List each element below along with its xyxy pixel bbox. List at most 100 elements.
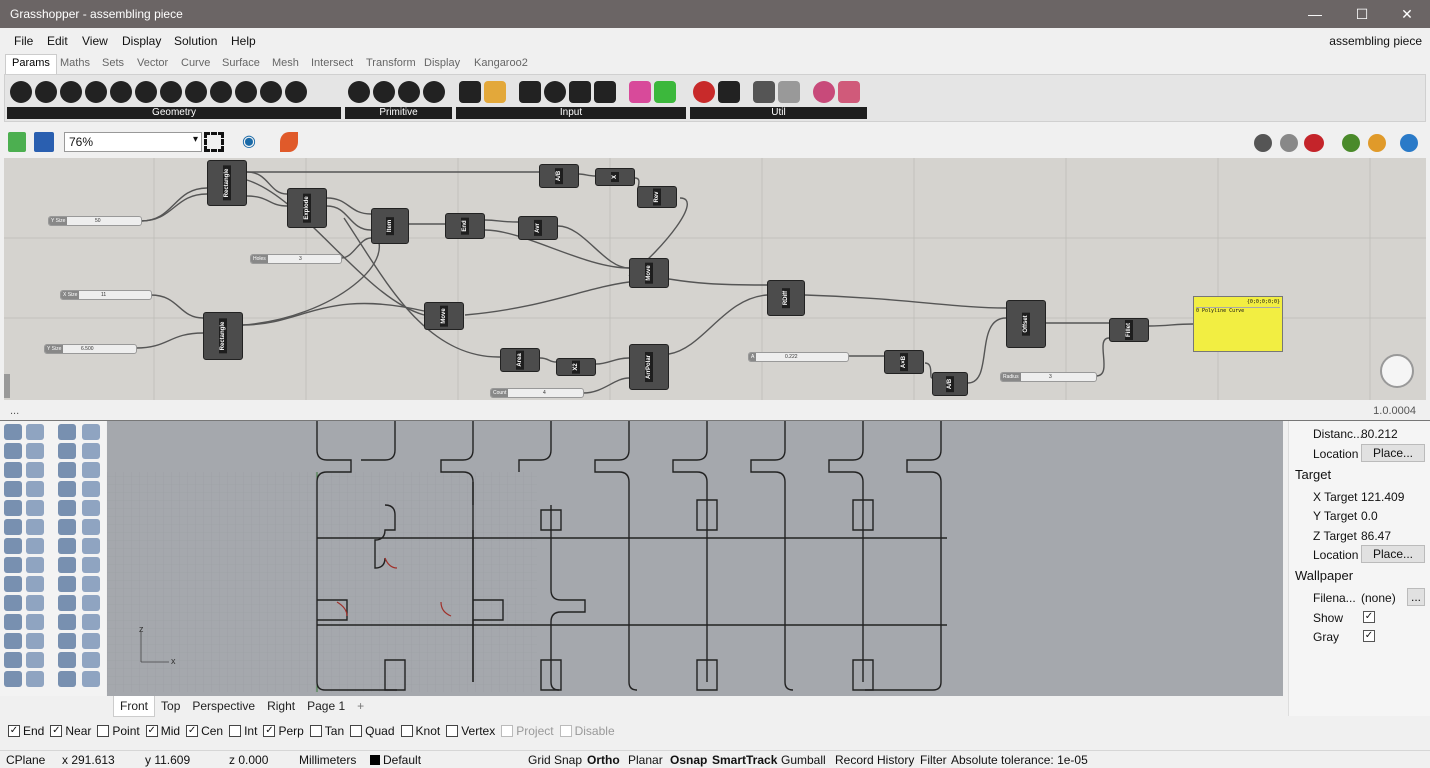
rhino-tool-render-icon[interactable] [82,443,100,459]
component-avr[interactable]: Avr [518,216,558,240]
gradient-icon[interactable] [484,81,506,103]
slider-holes[interactable]: Holes 3 [250,254,342,264]
units[interactable]: Millimeters [299,753,356,767]
tab-vector[interactable]: Vector [137,57,168,69]
component-negative[interactable]: X [595,168,635,186]
rhino-tool-layer-icon[interactable] [58,633,76,649]
component-square[interactable]: X2 [556,358,596,376]
rhino-tool-hide-icon[interactable] [82,652,100,668]
rhino-tool-history-icon[interactable] [82,671,100,687]
component-fillet[interactable]: Fillet [1109,318,1149,342]
slider-ysize-1[interactable]: Y Size 50 [48,216,142,226]
point-param-icon[interactable] [35,81,57,103]
component-multiplication[interactable]: A×B [884,350,924,374]
rhino-tool-lock-icon[interactable] [82,481,100,497]
tab-front[interactable]: Front [113,695,156,717]
menu-file[interactable]: File [14,34,33,48]
osnap-perp[interactable]: ✓ Perp [263,724,304,738]
component-division-1[interactable]: A/B [539,164,579,188]
slider-ysize-2[interactable]: Y Size 6.500 [44,344,137,354]
layer[interactable]: Default [383,753,421,767]
component-division-2[interactable]: A/B [932,372,968,396]
tab-sets[interactable]: Sets [102,57,124,69]
circle-param-icon[interactable] [60,81,82,103]
rhino-tool-transform-icon[interactable] [26,462,44,478]
plane-param-icon[interactable] [160,81,182,103]
browse-button[interactable]: ... [1407,588,1425,606]
rhino-tool-point-icon[interactable] [58,538,76,554]
osnap-cen[interactable]: ✓ Cen [186,724,223,738]
rhino-tool-dimension-icon[interactable] [82,424,100,440]
slider-xsize[interactable]: X Size 11 [60,290,152,300]
integer-param-icon[interactable] [373,81,395,103]
component-offset[interactable]: Offset [1006,300,1046,348]
canvas-scroll-handle[interactable] [4,374,10,398]
brep-param-icon[interactable] [235,81,257,103]
smarttrack-toggle[interactable]: SmartTrack [712,753,777,767]
rhino-tool-surface-icon[interactable] [26,595,44,611]
rhino-tool-group-icon[interactable] [58,462,76,478]
show-checkbox[interactable]: ✓ [1363,611,1375,623]
grid-snap-toggle[interactable]: Grid Snap [528,753,582,767]
rhino-tool-block-icon[interactable] [82,633,100,649]
place-button[interactable]: Place... [1361,444,1425,462]
output-panel[interactable]: {0;0;0;0;0} 0 Polyline Curve [1193,296,1283,352]
rhino-tool-lock-icon[interactable] [4,538,22,554]
rhino-tool-hide-icon[interactable] [26,538,44,554]
tab-perspective[interactable]: Perspective [186,696,261,716]
rhino-tool-more-icon[interactable] [82,519,100,535]
tab-top[interactable]: Top [155,696,186,716]
slider-count[interactable]: Count 4 [490,388,584,398]
component-move-2[interactable]: Move [424,302,464,330]
osnap-end[interactable]: ✓ End [8,724,44,738]
osnap-quad[interactable]: Quad [350,724,395,738]
rhino-tool-grid-icon[interactable] [82,500,100,516]
knob-icon[interactable] [544,81,566,103]
tab-curve[interactable]: Curve [181,57,210,69]
preview-mode-icon[interactable] [1254,134,1272,152]
rhino-tool-solid-icon[interactable] [26,443,44,459]
minimize-icon[interactable]: — [1292,0,1338,28]
wireframe-preview-icon[interactable] [1280,134,1298,152]
component-area[interactable]: Area [500,348,540,372]
box-param-icon[interactable] [210,81,232,103]
rhino-tool-analyze-icon[interactable] [58,443,76,459]
mesh-quality-icon[interactable] [1368,134,1386,152]
number-param-icon[interactable] [398,81,420,103]
rhino-tool-layer-icon[interactable] [26,671,44,687]
tab-page1[interactable]: Page 1 [301,696,351,716]
tab-surface[interactable]: Surface [222,57,260,69]
jump-arrow-icon[interactable] [778,81,800,103]
rhino-tool-render-icon[interactable] [26,652,44,668]
rhino-tool-render-icon[interactable] [58,614,76,630]
tab-params[interactable]: Params [5,54,57,74]
menu-edit[interactable]: Edit [47,34,68,48]
filter-toggle[interactable]: Filter [920,753,947,767]
fitness-landscape-icon[interactable] [718,81,740,103]
close-icon[interactable]: ✕ [1384,0,1430,28]
record-history-toggle[interactable]: Record History [835,753,914,767]
component-reverse[interactable]: Rev [637,186,677,208]
component-end[interactable]: End [445,213,485,239]
curve-param-icon[interactable] [110,81,132,103]
component-explode[interactable]: Explode [287,188,327,228]
cherry-picker-icon[interactable] [693,81,715,103]
rhino-tool-transform-icon[interactable] [58,424,76,440]
front-viewport[interactable]: z x [107,420,1283,696]
save-file-icon[interactable] [34,132,54,152]
vector-param-icon[interactable] [185,81,207,103]
mesh-param-icon[interactable] [260,81,282,103]
slider-a[interactable]: A 0.222 [748,352,849,362]
y-target-value[interactable]: 0.0 [1361,509,1378,523]
rhino-tool-dimension-icon[interactable] [4,481,22,497]
rhino-tool-hide-icon[interactable] [58,500,76,516]
rhino-tool-solid-icon[interactable] [4,614,22,630]
cplane-button[interactable]: CPlane [6,753,45,767]
osnap-disable[interactable]: Disable [559,724,615,738]
rhino-tool-mesh-icon[interactable] [4,462,22,478]
component-arrpolar[interactable]: ArrPolar [629,344,669,390]
menu-help[interactable]: Help [231,34,256,48]
tab-right[interactable]: Right [261,696,301,716]
osnap-knot[interactable]: Knot [400,724,440,738]
gray-checkbox[interactable]: ✓ [1363,630,1375,642]
